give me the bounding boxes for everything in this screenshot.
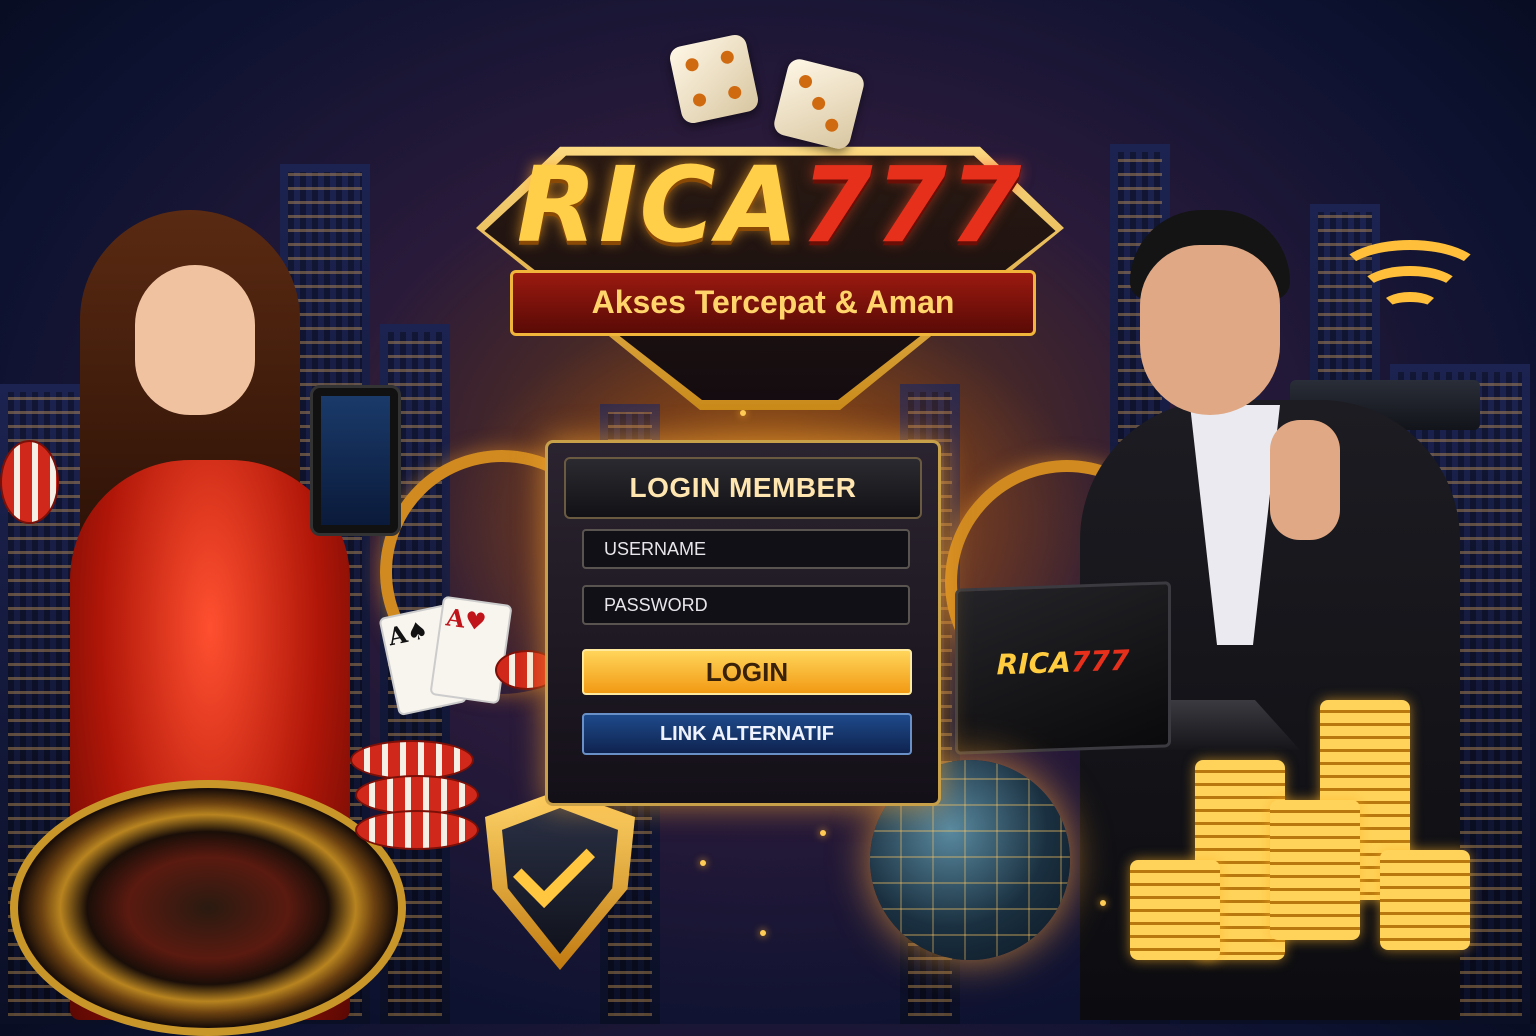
gold-coins-icon bbox=[1130, 860, 1220, 960]
login-panel: LOGIN MEMBER LOGIN LINK ALTERNATIF bbox=[545, 440, 941, 806]
thumbs-up-icon bbox=[1270, 420, 1340, 540]
login-button[interactable]: LOGIN bbox=[582, 649, 912, 695]
brand-name-number: 777 bbox=[800, 144, 1024, 266]
woman-face bbox=[135, 265, 255, 415]
username-input[interactable] bbox=[582, 529, 910, 569]
gold-coins-icon bbox=[1270, 800, 1360, 940]
sparkle bbox=[760, 930, 766, 936]
brand-logo: RICA777 Akses Tercepat & Aman bbox=[390, 32, 1150, 410]
laptop-brand-logo: RICA777 bbox=[958, 642, 1168, 682]
man-face bbox=[1140, 245, 1280, 415]
poker-chips-icon bbox=[350, 740, 474, 780]
poker-chips-icon bbox=[355, 775, 479, 815]
login-title: LOGIN MEMBER bbox=[564, 457, 922, 519]
laptop-brand-text: RICA bbox=[996, 645, 1071, 682]
brand-name-text: RICA bbox=[516, 144, 801, 266]
brand-tagline: Akses Tercepat & Aman bbox=[510, 270, 1036, 336]
poker-chips-icon bbox=[0, 440, 59, 524]
laptop-brand-number: 777 bbox=[1070, 643, 1130, 679]
alternative-link-button[interactable]: LINK ALTERNATIF bbox=[582, 713, 912, 755]
ace-of-hearts-card: A♥ bbox=[429, 595, 513, 705]
mobile-phone-icon bbox=[310, 385, 401, 536]
poker-chips-icon bbox=[355, 810, 479, 850]
sparkle bbox=[820, 830, 826, 836]
dice-icon bbox=[667, 32, 761, 126]
sparkle bbox=[1100, 900, 1106, 906]
brand-name: RICA777 bbox=[390, 150, 1150, 260]
sparkle bbox=[740, 410, 746, 416]
sparkle bbox=[700, 860, 706, 866]
roulette-wheel-icon bbox=[10, 780, 406, 1036]
gold-coins-icon bbox=[1380, 850, 1470, 950]
password-input[interactable] bbox=[582, 585, 910, 625]
laptop: RICA777 bbox=[955, 581, 1171, 755]
